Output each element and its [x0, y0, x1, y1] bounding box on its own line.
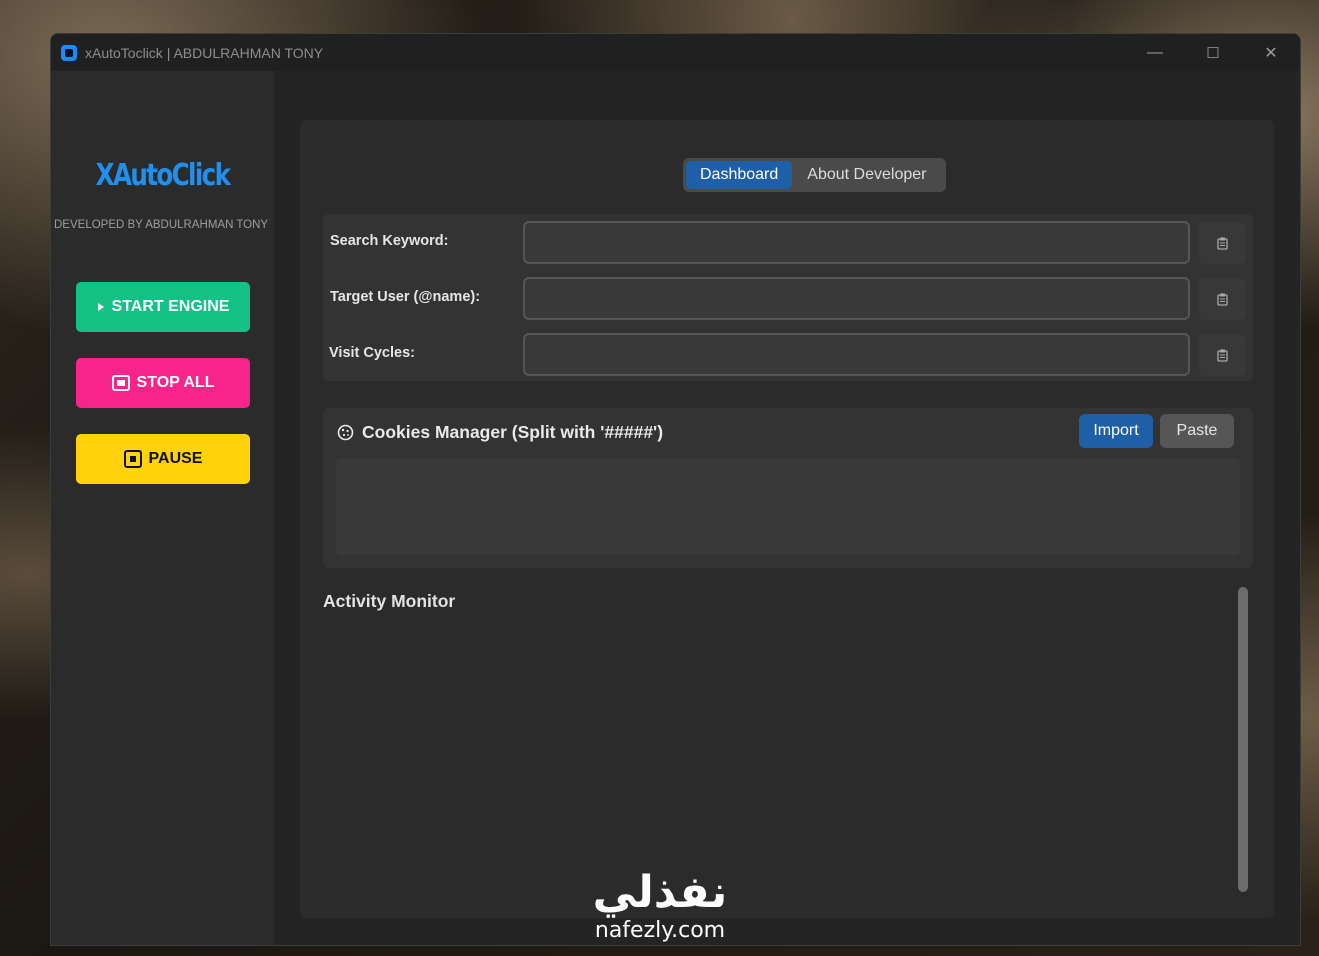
- start-engine-label: START ENGINE: [111, 298, 230, 315]
- watermark-arabic-text: نفذلي: [592, 867, 728, 918]
- pause-button[interactable]: PAUSE: [76, 434, 250, 484]
- stop-all-label: STOP ALL: [136, 374, 215, 391]
- stop-all-button[interactable]: STOP ALL: [76, 358, 250, 408]
- tab-view: Search Keyword: Target User (@name): Vis…: [300, 120, 1274, 918]
- paste-visit-cycles-button[interactable]: [1199, 334, 1246, 376]
- clipboard-icon: [1217, 349, 1228, 362]
- target-user-label: Target User (@name):: [330, 289, 481, 305]
- search-keyword-label: Search Keyword:: [330, 233, 449, 249]
- activity-log: [323, 624, 1253, 909]
- visit-cycles-label: Visit Cycles:: [329, 345, 415, 361]
- developer-credit: DEVELOPED BY ABDULRAHMAN TONY: [54, 219, 269, 231]
- watermark: نفذلي nafezly.com: [580, 868, 740, 944]
- cookies-manager-title: Cookies Manager (Split with '#####'): [362, 422, 664, 442]
- clipboard-icon: [1217, 237, 1228, 250]
- visit-cycles-input[interactable]: [523, 333, 1190, 376]
- search-keyword-input[interactable]: [523, 221, 1190, 264]
- stop-square-icon: [111, 375, 130, 391]
- cookies-textarea[interactable]: [336, 458, 1240, 555]
- cookies-manager-header: Cookies Manager (Split with '#####'): [337, 422, 663, 443]
- minimize-button[interactable]: —: [1126, 34, 1184, 71]
- start-engine-button[interactable]: START ENGINE: [76, 282, 250, 332]
- maximize-button[interactable]: ☐: [1184, 34, 1242, 71]
- paste-search-keyword-button[interactable]: [1199, 222, 1246, 264]
- title-bar[interactable]: xAutoToclick | ABDULRAHMAN TONY — ☐ ✕: [51, 34, 1300, 71]
- app-window: xAutoToclick | ABDULRAHMAN TONY — ☐ ✕ XA…: [50, 33, 1301, 946]
- activity-scrollbar[interactable]: [1238, 587, 1248, 892]
- brand-logo-text: XAutoClick: [95, 158, 231, 193]
- close-button[interactable]: ✕: [1242, 34, 1300, 71]
- paste-target-user-button[interactable]: [1199, 278, 1246, 320]
- import-cookies-button[interactable]: Import: [1079, 414, 1153, 448]
- app-icon: [61, 44, 77, 61]
- cookies-manager-card: Cookies Manager (Split with '#####') Imp…: [323, 408, 1253, 568]
- target-user-input[interactable]: [523, 277, 1190, 320]
- pause-label: PAUSE: [148, 450, 203, 467]
- paste-cookies-button[interactable]: Paste: [1160, 414, 1234, 448]
- play-icon: [97, 303, 104, 311]
- clipboard-icon: [1217, 293, 1228, 306]
- cookie-icon: [337, 424, 354, 441]
- activity-monitor-title: Activity Monitor: [323, 591, 456, 611]
- sidebar: XAutoClick DEVELOPED BY ABDULRAHMAN TONY…: [51, 71, 274, 945]
- inputs-card: Search Keyword: Target User (@name): Vis…: [323, 214, 1253, 381]
- window-title: xAutoToclick | ABDULRAHMAN TONY: [85, 44, 324, 61]
- main-panel: Search Keyword: Target User (@name): Vis…: [274, 71, 1300, 945]
- tab-about-developer[interactable]: About Developer: [792, 161, 941, 189]
- tab-dashboard[interactable]: Dashboard: [686, 161, 793, 189]
- tab-switcher: Dashboard About Developer: [683, 158, 946, 192]
- watermark-domain-text: nafezly.com: [594, 918, 726, 943]
- pause-square-icon: [123, 450, 142, 468]
